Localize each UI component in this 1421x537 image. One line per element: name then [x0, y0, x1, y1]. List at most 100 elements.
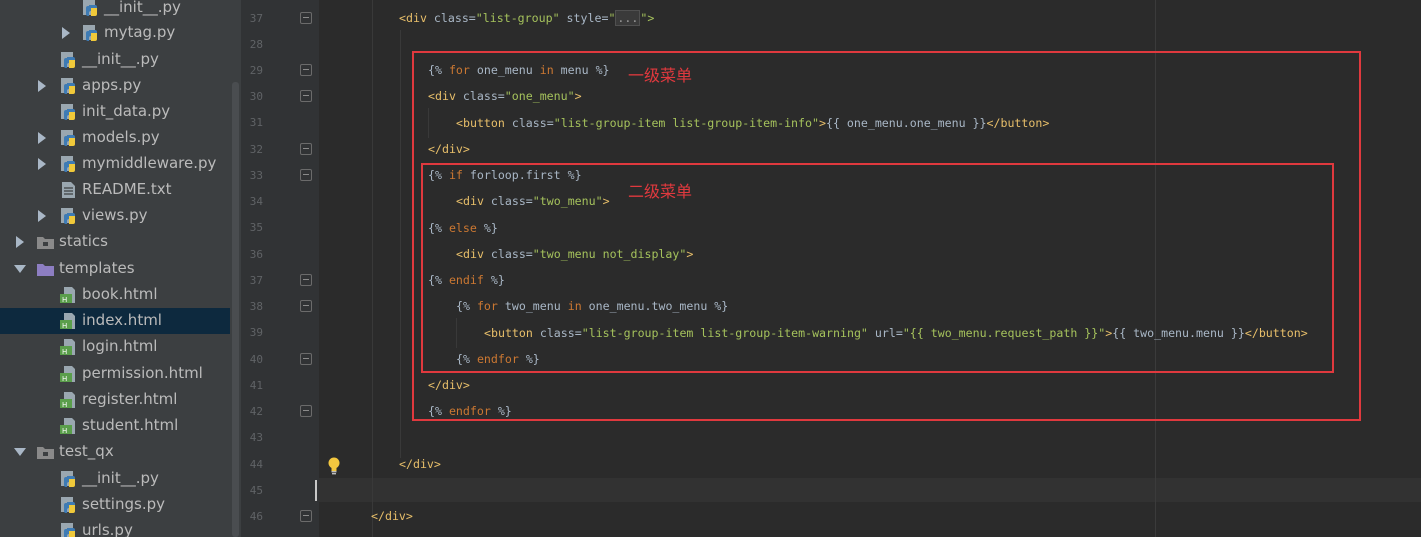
line-number: 28 — [249, 38, 263, 51]
chevron-right-icon[interactable] — [38, 158, 46, 170]
line-number: 36 — [249, 248, 263, 261]
tree-item-init-test-qx[interactable]: __init__.py — [0, 466, 230, 492]
tree-item-init-data[interactable]: init_data.py — [0, 99, 230, 125]
line-number: 38 — [249, 300, 263, 313]
line-number: 32 — [249, 143, 263, 156]
tree-item-label: test_qx — [59, 442, 114, 460]
tree-item-label: views.py — [82, 206, 148, 224]
python-file-icon — [60, 470, 77, 488]
tree-item-mytag[interactable]: mytag.py — [0, 20, 230, 46]
line-number: 31 — [249, 116, 263, 129]
svg-text:H: H — [62, 427, 67, 435]
tree-item-label: permission.html — [82, 364, 203, 382]
line-number: 37 — [249, 12, 263, 25]
html-file-icon: H — [60, 417, 77, 435]
html-file-icon: H — [60, 365, 77, 383]
level2-menu-highlight-box — [421, 163, 1334, 373]
line-number: 40 — [249, 353, 263, 366]
code-editor[interactable]: 37 28 29 30 31 32 33 34 35 36 37 38 39 4… — [241, 0, 1421, 537]
tree-item-label: book.html — [82, 285, 158, 303]
html-file-icon: H — [60, 286, 77, 304]
chevron-right-icon[interactable] — [38, 210, 46, 222]
line-number: 29 — [249, 64, 263, 77]
tree-scrollbar-thumb[interactable] — [232, 82, 239, 537]
line-number: 35 — [249, 221, 263, 234]
fold-marker[interactable] — [300, 64, 312, 76]
level2-menu-annotation: 二级菜单 — [628, 182, 693, 201]
chevron-right-icon[interactable] — [62, 27, 70, 39]
fold-marker[interactable] — [300, 300, 312, 312]
fold-marker[interactable] — [300, 510, 312, 522]
tree-item-views[interactable]: views.py — [0, 203, 230, 229]
svg-text:H: H — [62, 348, 67, 356]
html-file-icon: H — [60, 338, 77, 356]
lightbulb-icon[interactable] — [327, 457, 341, 475]
tree-item-readme[interactable]: README.txt — [0, 177, 230, 203]
tree-item-urls[interactable]: urls.py — [0, 518, 230, 537]
python-file-icon — [60, 522, 77, 537]
tree-item-label: __init__.py — [104, 0, 181, 16]
tree-item-label: __init__.py — [82, 50, 159, 68]
fold-marker[interactable] — [300, 353, 312, 365]
python-file-icon — [60, 77, 77, 95]
line-number: 43 — [249, 431, 263, 444]
tree-item-settings[interactable]: settings.py — [0, 492, 230, 518]
svg-text:H: H — [62, 401, 67, 409]
line-number: 46 — [249, 510, 263, 523]
line-number: 41 — [249, 379, 263, 392]
tree-item-label: templates — [59, 259, 135, 277]
tree-item-test-qx[interactable]: test_qx — [0, 439, 230, 465]
chevron-down-icon[interactable] — [14, 265, 26, 273]
fold-marker[interactable] — [300, 274, 312, 286]
fold-marker[interactable] — [300, 405, 312, 417]
tree-item-permission-html[interactable]: H permission.html — [0, 361, 230, 387]
chevron-right-icon[interactable] — [38, 132, 46, 144]
tree-item-label: init_data.py — [82, 102, 171, 120]
tree-item-templates[interactable]: templates — [0, 256, 230, 282]
tree-item-label: settings.py — [82, 495, 165, 513]
level1-menu-annotation: 一级菜单 — [628, 66, 693, 85]
tree-item-statics[interactable]: statics — [0, 229, 230, 255]
tree-item-label: login.html — [82, 337, 158, 355]
indent-guide — [372, 0, 373, 537]
python-file-icon — [60, 51, 77, 69]
python-file-icon — [60, 129, 77, 147]
tree-item-login-html[interactable]: H login.html — [0, 334, 230, 360]
tree-item-init[interactable]: __init__.py — [0, 47, 230, 73]
tree-item-book-html[interactable]: H book.html — [0, 282, 230, 308]
tree-item-label: README.txt — [82, 180, 172, 198]
tree-item-init-mytag[interactable]: __init__.py — [0, 0, 230, 21]
text-caret — [315, 480, 317, 501]
python-file-icon — [60, 207, 77, 225]
tree-item-label: student.html — [82, 416, 179, 434]
tree-item-index-html[interactable]: H index.html — [0, 308, 230, 334]
current-line-highlight — [319, 478, 1421, 502]
python-file-icon — [82, 24, 99, 42]
collapsed-region[interactable]: ... — [615, 10, 641, 26]
fold-marker[interactable] — [300, 90, 312, 102]
code-line-37a: <div class="list-group" style="... "> — [399, 10, 655, 26]
line-number: 45 — [249, 484, 263, 497]
svg-text:H: H — [62, 296, 67, 304]
tree-item-label: models.py — [82, 128, 160, 146]
tree-item-register-html[interactable]: H register.html — [0, 387, 230, 413]
fold-marker[interactable] — [300, 143, 312, 155]
python-file-icon — [60, 496, 77, 514]
tree-item-label: index.html — [82, 311, 162, 329]
tree-item-label: register.html — [82, 390, 178, 408]
line-number: 42 — [249, 405, 263, 418]
chevron-right-icon[interactable] — [38, 80, 46, 92]
fold-marker[interactable] — [300, 169, 312, 181]
python-file-icon — [60, 103, 77, 121]
line-number: 33 — [249, 169, 263, 182]
tree-item-models[interactable]: models.py — [0, 125, 230, 151]
tree-item-student-html[interactable]: H student.html — [0, 413, 230, 439]
fold-marker[interactable] — [300, 12, 312, 24]
tree-item-apps[interactable]: apps.py — [0, 73, 230, 99]
chevron-down-icon[interactable] — [14, 448, 26, 456]
tree-item-mymiddleware[interactable]: mymiddleware.py — [0, 151, 230, 177]
python-file-icon — [82, 0, 99, 17]
chevron-right-icon[interactable] — [16, 236, 24, 248]
template-folder-icon — [36, 260, 54, 278]
folder-icon — [36, 443, 54, 461]
